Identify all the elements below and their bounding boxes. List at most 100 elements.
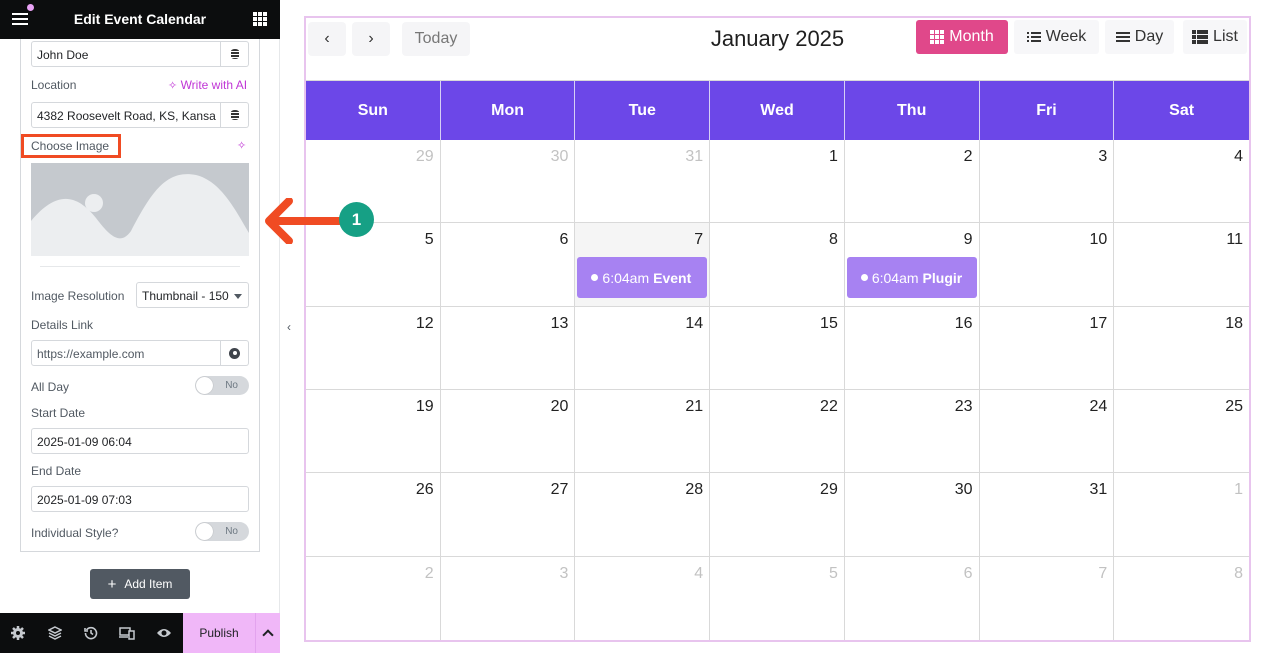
list-view-button[interactable]: List [1183, 20, 1247, 54]
day-cell[interactable]: 4 [575, 556, 711, 640]
day-number[interactable]: 1 [1234, 481, 1243, 499]
history-icon[interactable] [83, 625, 99, 641]
settings-gear-icon[interactable] [10, 625, 26, 641]
prev-month-button[interactable]: ‹ [308, 22, 346, 56]
link-options-button[interactable] [221, 340, 249, 366]
day-cell[interactable]: 6 [440, 223, 576, 307]
day-number[interactable]: 25 [1225, 398, 1243, 416]
day-number[interactable]: 1 [829, 148, 838, 166]
day-number[interactable]: 6 [560, 231, 569, 249]
dynamic-tags-button[interactable] [221, 102, 249, 128]
day-number[interactable]: 17 [1089, 315, 1107, 333]
location-input[interactable]: 4382 Roosevelt Road, KS, Kansa [31, 102, 221, 128]
day-cell[interactable]: 5 [306, 223, 441, 307]
day-number[interactable]: 24 [1089, 398, 1107, 416]
day-number[interactable]: 21 [685, 398, 703, 416]
day-cell[interactable]: 28 [575, 473, 711, 557]
calendar-event[interactable]: 6:04am Plugir [846, 257, 977, 299]
day-number[interactable]: 4 [694, 565, 703, 583]
day-cell[interactable]: 22 [710, 390, 845, 474]
day-cell[interactable]: 26 [306, 473, 441, 557]
day-number[interactable]: 26 [416, 481, 434, 499]
dynamic-tags-button[interactable] [221, 41, 249, 67]
day-cell[interactable]: 30 [844, 473, 980, 557]
day-number[interactable]: 12 [416, 315, 434, 333]
day-cell[interactable]: 9 6:04am Plugir [844, 223, 980, 307]
day-number[interactable]: 5 [829, 565, 838, 583]
publish-options-button[interactable] [255, 613, 280, 653]
day-number[interactable]: 30 [955, 481, 973, 499]
day-number[interactable]: 31 [685, 148, 703, 166]
day-number[interactable]: 3 [560, 565, 569, 583]
day-number[interactable]: 27 [551, 481, 569, 499]
day-number[interactable]: 2 [964, 148, 973, 166]
day-cell[interactable]: 18 [1114, 307, 1249, 390]
day-cell[interactable]: 1 [710, 140, 845, 224]
individual-style-toggle[interactable]: No [195, 522, 249, 541]
day-cell[interactable]: 5 [710, 556, 845, 640]
day-number[interactable]: 29 [416, 148, 434, 166]
day-number[interactable]: 29 [820, 481, 838, 499]
start-date-input[interactable]: 2025-01-09 06:04 [31, 428, 249, 454]
image-resolution-select[interactable]: Thumbnail - 150 [136, 282, 249, 308]
day-cell[interactable]: 2 [844, 140, 980, 224]
day-cell[interactable]: 1 [1114, 473, 1249, 557]
day-number[interactable]: 8 [1234, 565, 1243, 583]
day-cell[interactable]: 14 [575, 306, 711, 390]
day-number[interactable]: 8 [829, 231, 838, 249]
preview-eye-icon[interactable] [156, 625, 172, 641]
image-placeholder[interactable] [31, 163, 249, 256]
calendar-event[interactable]: 6:04am Event [577, 257, 708, 299]
day-cell[interactable]: 7 [980, 556, 1115, 640]
day-cell[interactable]: 4 [1114, 140, 1249, 224]
day-number[interactable]: 9 [964, 231, 973, 249]
day-cell[interactable]: 30 [440, 140, 576, 224]
day-cell[interactable]: 7 6:04am Event [575, 223, 711, 307]
day-number[interactable]: 3 [1098, 148, 1107, 166]
day-number[interactable]: 18 [1225, 315, 1243, 333]
day-number[interactable]: 7 [694, 231, 703, 249]
day-cell[interactable]: 3 [441, 556, 576, 640]
day-number[interactable]: 16 [955, 315, 973, 333]
today-button[interactable]: Today [402, 22, 470, 56]
day-cell[interactable]: 2 [306, 556, 441, 640]
day-cell[interactable]: 10 [979, 223, 1115, 307]
day-number[interactable]: 23 [955, 398, 973, 416]
day-number[interactable]: 2 [425, 565, 434, 583]
day-number[interactable]: 5 [425, 231, 434, 249]
day-cell[interactable]: 21 [575, 390, 711, 474]
day-number[interactable]: 20 [551, 398, 569, 416]
day-number[interactable]: 7 [1098, 565, 1107, 583]
day-cell[interactable]: 31 [575, 140, 711, 224]
day-cell[interactable]: 12 [306, 306, 441, 390]
day-cell[interactable]: 3 [979, 140, 1115, 224]
add-item-button[interactable]: + Add Item [90, 569, 190, 599]
apps-grid-icon[interactable] [253, 12, 267, 26]
ai-sparkle-icon[interactable]: ✧ [237, 139, 246, 152]
day-cell[interactable]: 29 [710, 473, 845, 557]
publish-button[interactable]: Publish [183, 613, 255, 653]
day-cell[interactable]: 13 [440, 306, 576, 390]
month-view-button[interactable]: Month [916, 20, 1008, 54]
day-cell[interactable]: 8 [710, 223, 845, 307]
day-cell[interactable]: 16 [844, 306, 980, 390]
day-cell[interactable]: 17 [979, 306, 1115, 390]
day-cell[interactable]: 6 [845, 556, 980, 640]
day-cell[interactable]: 8 [1114, 557, 1249, 640]
day-cell[interactable]: 29 [306, 140, 441, 224]
day-number[interactable]: 13 [551, 315, 569, 333]
day-number[interactable]: 28 [685, 481, 703, 499]
day-number[interactable]: 15 [820, 315, 838, 333]
organizer-input[interactable]: John Doe [31, 41, 221, 67]
day-cell[interactable]: 20 [440, 390, 576, 474]
day-cell[interactable]: 19 [306, 390, 441, 474]
day-number[interactable]: 6 [964, 565, 973, 583]
day-number[interactable]: 4 [1234, 148, 1243, 166]
day-cell[interactable]: 31 [979, 473, 1115, 557]
day-cell[interactable]: 24 [979, 390, 1115, 474]
week-view-button[interactable]: Week [1014, 20, 1099, 54]
next-month-button[interactable]: › [352, 22, 390, 56]
day-number[interactable]: 31 [1089, 481, 1107, 499]
details-link-input[interactable]: https://example.com [31, 340, 221, 366]
layers-icon[interactable] [47, 625, 63, 641]
